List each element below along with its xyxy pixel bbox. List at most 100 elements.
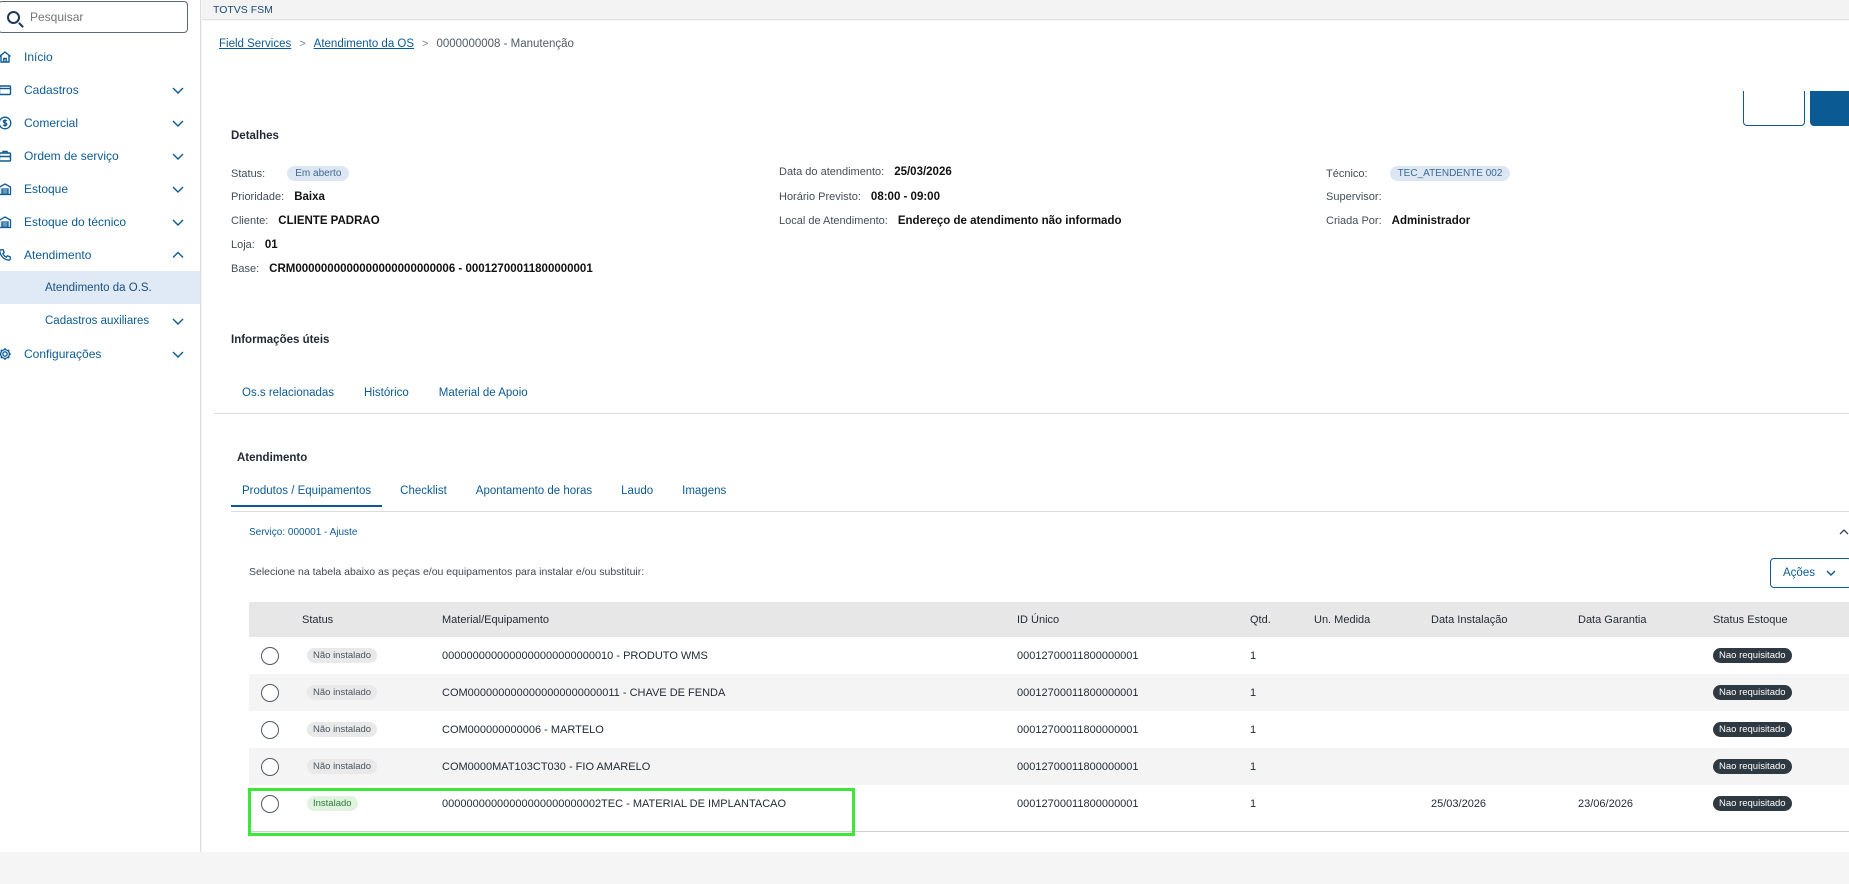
sidebar-item-atendimento-da-os[interactable]: Atendimento da O.S. [0,271,200,304]
secondary-action-button[interactable] [1743,91,1805,126]
sidebar-item-cadastros[interactable]: Cadastros [0,73,200,106]
sidebar-item-label: Ordem de serviço [24,148,119,163]
tecnico-badge: TEC_ATENDENTE 002 [1389,166,1511,181]
instructions-text: Selecione na tabela abaixo as peças e/ou… [249,566,645,578]
header-material: Material/Equipamento [442,613,550,626]
service-label: Serviço: 000001 - Ajuste [249,527,358,538]
chevron-down-icon [172,219,184,226]
table-row[interactable]: Não instalado COM0000MAT103CT030 - FIO A… [249,748,1849,785]
tab-material-apoio[interactable]: Material de Apoio [428,377,539,409]
sidebar-item-comercial[interactable]: Comercial [0,106,200,139]
breadcrumb-current: 0000000008 - Manutenção [436,38,574,50]
details-title: Detalhes [231,130,279,142]
acoes-button[interactable]: Ações [1770,558,1849,588]
breadcrumb: Field Services > Atendimento da OS > 000… [219,38,574,50]
sidebar-item-cadastros-auxiliares[interactable]: Cadastros auxiliares [0,304,200,337]
data-garantia-cell: 23/06/2026 [1578,797,1634,810]
table-header: Status Material/Equipamento ID Único Qtd… [249,602,1849,637]
row-radio[interactable] [261,720,279,739]
primary-action-button[interactable] [1810,91,1849,126]
status-estoque-badge: Nao requisitado [1713,796,1792,811]
data-atendimento-value: 25/03/2026 [894,166,952,178]
base-field: Base: CRM0000000000000000000000006 - 000… [231,263,593,275]
loja-value: 01 [264,239,278,251]
status-badge: Em aberto [287,166,350,181]
header-un-medida: Un. Medida [1314,613,1371,626]
row-radio[interactable] [261,757,279,776]
sidebar-item-label: Atendimento da O.S. [45,281,152,294]
info-tabs: Os.s relacionadas Histórico Material de … [231,377,539,409]
table-row[interactable]: Não instalado 00000000000000000000000000… [249,637,1849,674]
data-instalacao-cell: 25/03/2026 [1431,797,1487,810]
sidebar-item-label: Atendimento [24,247,92,262]
footer-strip [0,852,1849,884]
local-label: Local de Atendimento: [779,215,888,227]
main-content: Field Services > Atendimento da OS > 000… [202,21,1849,852]
status-badge: Instalado [307,796,358,811]
local-value: Endereço de atendimento não informado [897,215,1122,227]
sidebar-item-estoque-tecnico[interactable]: Estoque do técnico [0,205,200,238]
row-radio[interactable] [261,794,279,813]
search-box[interactable] [0,1,188,33]
header-data-garantia: Data Garantia [1578,613,1647,626]
sidebar-item-label: Estoque [24,181,69,196]
atendimento-tabs: Produtos / Equipamentos Checklist Aponta… [231,475,737,507]
chevron-down-icon [172,87,184,94]
status-estoque-badge: Nao requisitado [1713,759,1792,774]
sidebar-item-estoque[interactable]: Estoque [0,172,200,205]
header-status: Status [302,613,334,626]
tab-historico[interactable]: Histórico [353,377,420,409]
material-cell: 0000000000000000000000000010 - PRODUTO W… [442,649,708,662]
material-cell: 00000000000000000000000002TEC - MATERIAL… [442,797,787,810]
tab-checklist[interactable]: Checklist [389,475,458,507]
sidebar-item-label: Estoque do técnico [24,214,127,229]
chevron-down-icon [172,120,184,127]
data-atendimento-field: Data do atendimento: 25/03/2026 [779,166,952,178]
search-input[interactable] [30,10,170,24]
search-icon [7,10,20,24]
products-table: Status Material/Equipamento ID Único Qtd… [249,602,1849,822]
table-bottom-divider [249,831,1849,832]
divider [214,413,1849,414]
loja-field: Loja: 01 [231,239,278,251]
table-row[interactable]: Não instalado COM000000000006 - MARTELO … [249,711,1849,748]
cliente-field: Cliente: CLIENTE PADRAO [231,215,380,227]
id-cell: 00012700011800000001 [1017,760,1139,773]
id-cell: 00012700011800000001 [1017,723,1139,736]
sidebar-item-label: Comercial [24,115,79,130]
app-title: TOTVS FSM [213,4,273,16]
divider [231,511,1849,512]
sidebar-item-label: Início [24,49,53,64]
material-cell: COM000000000006 - MARTELO [442,723,604,736]
header-data-instalacao: Data Instalação [1431,613,1508,626]
criada-por-value: Administrador [1391,215,1471,227]
tab-os-relacionadas[interactable]: Os.s relacionadas [231,377,345,409]
table-row[interactable]: Instalado 00000000000000000000000002TEC … [249,785,1849,822]
phone-icon [0,248,12,262]
breadcrumb-separator-icon: > [299,38,306,50]
row-radio[interactable] [261,683,279,702]
sidebar-item-configuracoes[interactable]: Configurações [0,337,200,370]
status-estoque-badge: Nao requisitado [1713,722,1792,737]
sidebar-item-inicio[interactable]: Início [0,40,200,73]
chevron-up-icon[interactable] [1838,526,1849,538]
header-status-estoque: Status Estoque [1713,613,1788,626]
supervisor-field: Supervisor: [1326,191,1382,203]
tab-apontamento-horas[interactable]: Apontamento de horas [465,475,603,507]
qtd-cell: 1 [1250,797,1257,810]
sidebar-item-label: Cadastros [24,82,79,97]
breadcrumb-field-services[interactable]: Field Services [219,38,291,50]
breadcrumb-atendimento-os[interactable]: Atendimento da OS [314,38,414,50]
table-row[interactable]: Não instalado COM00000000000000000000000… [249,674,1849,711]
prioridade-value: Baixa [294,191,325,203]
tab-produtos-equipamentos[interactable]: Produtos / Equipamentos [231,475,383,507]
qtd-cell: 1 [1250,686,1257,699]
status-estoque-badge: Nao requisitado [1713,685,1792,700]
chevron-down-icon [172,153,184,160]
tab-imagens[interactable]: Imagens [671,475,737,507]
row-radio[interactable] [261,646,279,665]
sidebar-item-atendimento[interactable]: Atendimento [0,238,200,271]
sidebar-item-ordem-servico[interactable]: Ordem de serviço [0,139,200,172]
tab-laudo[interactable]: Laudo [610,475,664,507]
qtd-cell: 1 [1250,649,1257,662]
